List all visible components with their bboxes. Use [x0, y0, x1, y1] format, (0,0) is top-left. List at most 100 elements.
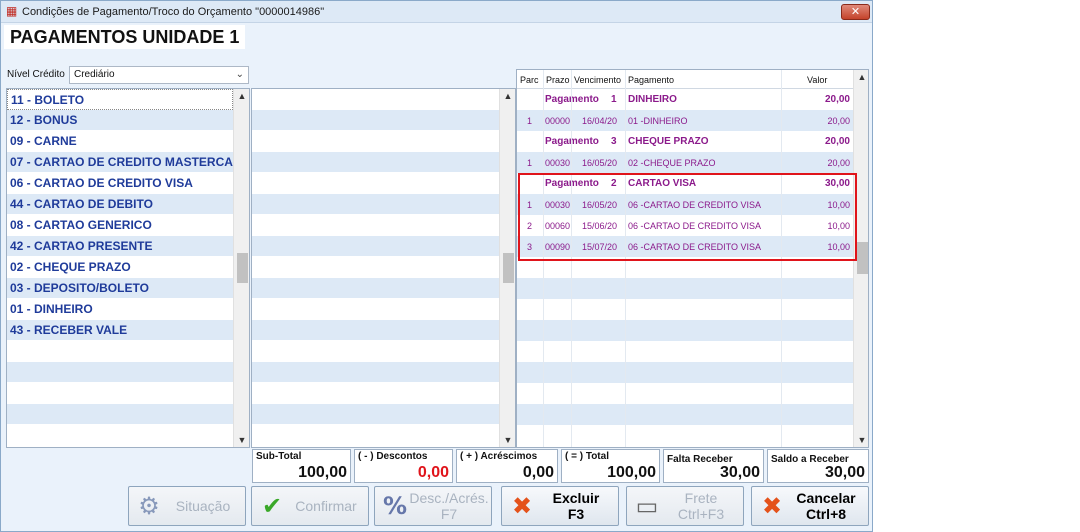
- payment-type-row[interactable]: 07 - CARTAO DE CREDITO MASTERCARD: [7, 152, 233, 173]
- group-number: 3: [611, 136, 617, 147]
- empty-row[interactable]: [517, 404, 853, 425]
- empty-row[interactable]: [7, 341, 233, 362]
- descontos-box: ( - ) Descontos 0,00: [354, 449, 453, 483]
- col-prazo: Prazo: [546, 75, 570, 85]
- payment-type-row[interactable]: 43 - RECEBER VALE: [7, 320, 233, 341]
- installment-valor: 20,00: [824, 136, 850, 147]
- payment-type-row[interactable]: 03 - DEPOSITO/BOLETO: [7, 278, 233, 299]
- empty-row[interactable]: [7, 362, 233, 383]
- cancel-x-icon: ✖: [761, 492, 783, 520]
- installment-venc: 16/05/20: [582, 158, 618, 168]
- detail-row[interactable]: [252, 278, 499, 299]
- empty-row[interactable]: [517, 278, 853, 299]
- confirmar-label: Confirmar: [295, 498, 357, 514]
- confirmar-button[interactable]: ✔ Confirmar: [251, 486, 369, 526]
- scroll-up-icon[interactable]: ▲: [234, 91, 249, 101]
- scroll-down-icon[interactable]: ▼: [500, 435, 515, 445]
- payment-type-row[interactable]: 08 - CARTAO GENERICO: [7, 215, 233, 236]
- empty-row[interactable]: [7, 404, 233, 425]
- installment-valor: 20,00: [827, 116, 850, 126]
- installment-prazo: 00000: [545, 116, 571, 126]
- detail-row[interactable]: [252, 194, 499, 215]
- payment-type-row[interactable]: 44 - CARTAO DE DEBITO: [7, 194, 233, 215]
- situacao-button[interactable]: ⚙ Situação: [128, 486, 246, 526]
- detail-row[interactable]: [252, 173, 499, 194]
- detail-row[interactable]: [252, 425, 499, 446]
- empty-row[interactable]: [517, 425, 853, 446]
- chevron-down-icon: ⌄: [235, 69, 244, 80]
- truck-icon: ▭: [635, 492, 659, 520]
- close-button[interactable]: ✕: [841, 4, 870, 20]
- scroll-thumb[interactable]: [503, 253, 514, 283]
- payment-type-row[interactable]: 01 - DINHEIRO: [7, 299, 233, 320]
- empty-row[interactable]: [517, 362, 853, 383]
- scroll-down-icon[interactable]: ▼: [234, 435, 249, 445]
- empty-row[interactable]: [517, 320, 853, 341]
- detail-row[interactable]: [252, 215, 499, 236]
- detail-row[interactable]: [252, 152, 499, 173]
- app-icon: ▦: [6, 4, 18, 18]
- payment-type-row[interactable]: 12 - BONUS: [7, 110, 233, 131]
- excluir-label: Excluir F3: [552, 490, 600, 522]
- installment-valor: 20,00: [824, 94, 850, 105]
- payment-group-row[interactable]: Pagamento1DINHEIRO20,00: [517, 89, 853, 110]
- installment-parc: 1: [527, 158, 533, 168]
- detail-row[interactable]: [252, 404, 499, 425]
- payment-type-row[interactable]: 09 - CARNE: [7, 131, 233, 152]
- payment-type-row[interactable]: 11 - BOLETO: [7, 89, 233, 110]
- subtotal-box: Sub-Total 100,00: [252, 449, 351, 483]
- payment-list-scrollbar[interactable]: ▲ ▼: [233, 89, 249, 447]
- installment-prazo: 00030: [545, 158, 571, 168]
- descontos-label: ( - ) Descontos: [358, 451, 428, 462]
- detail-row[interactable]: [252, 299, 499, 320]
- empty-row[interactable]: [7, 425, 233, 446]
- detail-row[interactable]: [252, 131, 499, 152]
- title-bar: ▦ Condições de Pagamento/Troco do Orçame…: [1, 1, 872, 23]
- payment-type-row[interactable]: 06 - CARTAO DE CREDITO VISA: [7, 173, 233, 194]
- desc-acres-label: Desc./Acrés. F7: [409, 490, 489, 522]
- installment-row[interactable]: 1 00030 16/05/20 02 -CHEQUE PRAZO 20,00: [517, 152, 853, 173]
- col-valor: Valor: [807, 75, 828, 85]
- scroll-thumb[interactable]: [857, 242, 868, 274]
- falta-receber-value: 30,00: [719, 464, 760, 481]
- subtotal-label: Sub-Total: [256, 451, 302, 462]
- empty-row[interactable]: [7, 383, 233, 404]
- frete-button[interactable]: ▭ Frete Ctrl+F3: [626, 486, 744, 526]
- scroll-up-icon[interactable]: ▲: [500, 91, 515, 101]
- subtotal-value: 100,00: [298, 464, 347, 481]
- detail-row[interactable]: [252, 341, 499, 362]
- installment-row[interactable]: 1 00000 16/04/20 01 -DINHEIRO 20,00: [517, 110, 853, 131]
- detail-row[interactable]: [252, 362, 499, 383]
- detail-row[interactable]: [252, 236, 499, 257]
- payment-type-row[interactable]: 02 - CHEQUE PRAZO: [7, 257, 233, 278]
- empty-row[interactable]: [517, 341, 853, 362]
- col-vencimento: Vencimento: [574, 75, 622, 85]
- payment-group-row[interactable]: Pagamento3CHEQUE PRAZO20,00: [517, 131, 853, 152]
- empty-row[interactable]: [517, 383, 853, 404]
- detail-row[interactable]: [252, 383, 499, 404]
- payment-type-list[interactable]: 11 - BOLETO 12 - BONUS 09 - CARNE 07 - CART…: [6, 88, 250, 448]
- empty-row[interactable]: [517, 299, 853, 320]
- detail-grid-scrollbar[interactable]: ▲ ▼: [499, 89, 515, 447]
- detail-row[interactable]: [252, 320, 499, 341]
- acrescimos-label: ( + ) Acréscimos: [460, 451, 538, 462]
- acrescimos-box: ( + ) Acréscimos 0,00: [456, 449, 558, 483]
- excluir-button[interactable]: ✖ Excluir F3: [501, 486, 619, 526]
- cancelar-button[interactable]: ✖ Cancelar Ctrl+8: [751, 486, 869, 526]
- dialog-window: ▦ Condições de Pagamento/Troco do Orçame…: [0, 0, 873, 532]
- group-payment-name: CHEQUE PRAZO: [628, 136, 709, 147]
- payment-type-row[interactable]: 42 - CARTAO PRESENTE: [7, 236, 233, 257]
- total-value: 100,00: [607, 464, 656, 481]
- detail-row[interactable]: [252, 257, 499, 278]
- col-parc: Parc: [520, 75, 539, 85]
- payment-detail-grid[interactable]: ▲ ▼: [251, 88, 516, 448]
- scroll-thumb[interactable]: [237, 253, 248, 283]
- nivel-credito-select[interactable]: Crediário ⌄: [69, 66, 249, 84]
- scroll-down-icon[interactable]: ▼: [854, 435, 868, 445]
- saldo-receber-value: 30,00: [824, 464, 865, 481]
- scroll-up-icon[interactable]: ▲: [854, 72, 868, 82]
- detail-row[interactable]: [252, 89, 499, 110]
- detail-row[interactable]: [252, 110, 499, 131]
- nivel-credito-value: Crediário: [74, 69, 115, 80]
- desc-acres-button[interactable]: % Desc./Acrés. F7: [374, 486, 492, 526]
